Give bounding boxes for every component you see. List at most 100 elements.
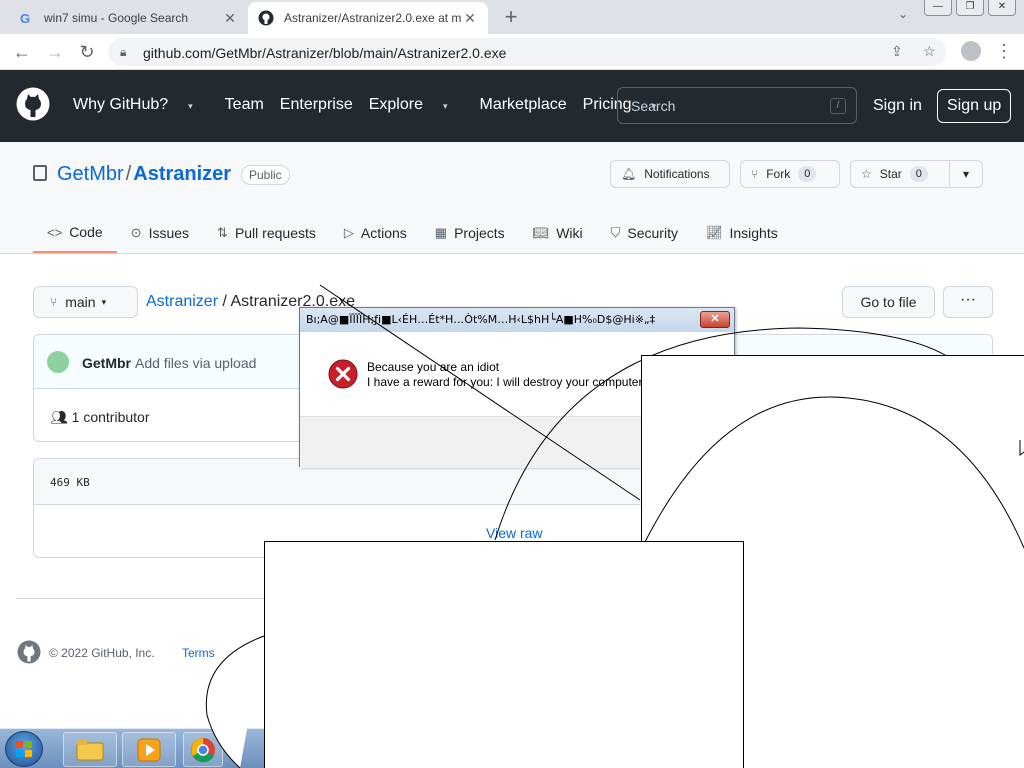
bell-icon: 🔔︎ bbox=[621, 167, 637, 181]
issue-icon: ⊙ bbox=[130, 225, 142, 240]
nav-label: Why GitHub? bbox=[73, 96, 169, 113]
dialog-message-line-2: I have a reward for you: I will destroy … bbox=[367, 375, 643, 389]
avatar[interactable] bbox=[47, 351, 69, 373]
nav-team[interactable]: Team bbox=[225, 96, 264, 114]
tab-pull-requests[interactable]: ⇅ Pull requests bbox=[203, 213, 330, 253]
share-icon[interactable]: ⇪ bbox=[891, 43, 903, 60]
visibility-badge: Public bbox=[241, 165, 290, 185]
github-search-input[interactable]: Search / bbox=[617, 87, 857, 124]
dialog-close-button[interactable]: ✕ bbox=[700, 311, 730, 328]
search-placeholder: Search bbox=[631, 98, 676, 114]
media-player-icon[interactable] bbox=[122, 732, 176, 767]
windows-taskbar bbox=[0, 728, 264, 768]
star-label: Star bbox=[879, 167, 902, 181]
url-text[interactable]: github.com/GetMbr/Astranizer/blob/main/A… bbox=[143, 45, 506, 61]
tab-code[interactable]: <> Code bbox=[33, 213, 117, 253]
fork-count: 0 bbox=[798, 166, 817, 182]
glitch-white-box-lower bbox=[264, 541, 744, 768]
window-controls: — ❐ ✕ bbox=[924, 0, 1016, 16]
window-close-button[interactable]: ✕ bbox=[988, 0, 1016, 16]
chevron-down-icon: ▾ bbox=[962, 167, 970, 181]
chevron-down-icon: ▾ bbox=[188, 101, 193, 111]
star-button[interactable]: ☆ Star 0 bbox=[850, 160, 950, 188]
minimize-button[interactable]: — bbox=[924, 0, 952, 16]
error-icon bbox=[328, 359, 358, 389]
tab-projects[interactable]: ▦ Projects bbox=[421, 213, 519, 253]
tab-label: Projects bbox=[454, 225, 505, 241]
svg-text:G: G bbox=[20, 11, 30, 25]
browser-menu-icon[interactable]: ⋮ bbox=[995, 41, 1013, 62]
fork-button[interactable]: ⑂ Fork 0 bbox=[740, 160, 840, 188]
github-footer-logo-icon[interactable] bbox=[17, 640, 41, 664]
notifications-button[interactable]: 🔔︎ Notifications bbox=[610, 160, 730, 188]
tab-label: Wiki bbox=[556, 225, 583, 241]
bookmark-star-icon[interactable]: ☆ bbox=[923, 43, 936, 60]
github-main-nav: Why GitHub? ▾ Team Enterprise Explore ▾ Ma… bbox=[73, 96, 688, 114]
restore-button[interactable]: ❐ bbox=[956, 0, 984, 16]
tab-actions[interactable]: ▷ Actions bbox=[330, 213, 421, 253]
chrome-taskbar-icon[interactable] bbox=[183, 732, 223, 767]
reload-icon[interactable]: ↻ bbox=[75, 40, 99, 64]
breadcrumb-repo-link[interactable]: Astranizer bbox=[146, 293, 218, 310]
sign-in-link[interactable]: Sign in bbox=[873, 97, 922, 115]
table-icon: ▦ bbox=[434, 225, 448, 240]
browser-tab-github[interactable]: Astranizer/Astranizer2.0.exe at m ✕ bbox=[248, 2, 488, 34]
nav-enterprise[interactable]: Enterprise bbox=[280, 96, 353, 114]
lock-icon[interactable]: 🔒︎ bbox=[120, 45, 126, 60]
new-tab-button[interactable]: + bbox=[500, 4, 522, 30]
footer-terms-link[interactable]: Terms bbox=[182, 646, 215, 660]
search-shortcut-key: / bbox=[830, 98, 846, 114]
fork-icon: ⑂ bbox=[751, 167, 759, 181]
forward-arrow-icon[interactable]: → bbox=[43, 40, 67, 64]
contributors-label: 1 contributor bbox=[71, 409, 150, 425]
dialog-title: Bı;A@■ÏÏÏÏH;ƒi■L‹ÉH…Ét*H…Òt%M…H‹L$hH└A■H… bbox=[306, 313, 656, 326]
nav-marketplace[interactable]: Marketplace bbox=[480, 96, 567, 114]
graph-icon: 📈︎ bbox=[705, 225, 723, 240]
tab-label: Insights bbox=[729, 225, 778, 241]
shield-icon: ⛉ bbox=[610, 225, 621, 240]
repo-icon bbox=[33, 165, 47, 181]
commit-message-link[interactable]: Add files via upload bbox=[135, 355, 256, 371]
notifications-label: Notifications bbox=[644, 167, 710, 181]
tab-wiki[interactable]: 📖︎ Wiki bbox=[519, 213, 597, 253]
dialog-titlebar[interactable]: Bı;A@■ÏÏÏÏH;ƒi■L‹ÉH…Ét*H…Òt%M…H‹L$hH└A■H… bbox=[300, 308, 734, 332]
file-size: 469 KB bbox=[50, 476, 90, 489]
people-icon: 👥︎ bbox=[50, 409, 68, 425]
start-orb-icon[interactable] bbox=[5, 731, 43, 767]
tab-insights[interactable]: 📈︎ Insights bbox=[692, 213, 792, 253]
repo-name-link[interactable]: Astranizer bbox=[133, 163, 231, 185]
github-header: Why GitHub? ▾ Team Enterprise Explore ▾ Ma… bbox=[0, 70, 1024, 142]
profile-avatar-icon[interactable] bbox=[961, 41, 981, 61]
star-icon: ☆ bbox=[861, 167, 872, 181]
nav-explore[interactable]: Explore ▾ bbox=[369, 96, 464, 114]
tab-label: Pull requests bbox=[234, 225, 316, 241]
github-logo-icon[interactable] bbox=[16, 87, 50, 121]
file-explorer-icon[interactable] bbox=[63, 732, 117, 767]
sign-up-button[interactable]: Sign up bbox=[937, 89, 1012, 123]
star-dropdown-button[interactable]: ▾ bbox=[949, 160, 983, 188]
view-raw-link[interactable]: View raw bbox=[486, 525, 543, 541]
repo-owner-link[interactable]: GetMbr bbox=[57, 163, 124, 185]
nav-why-github[interactable]: Why GitHub? ▾ bbox=[73, 96, 209, 114]
close-tab-icon[interactable]: ✕ bbox=[462, 10, 478, 27]
close-tab-icon[interactable]: ✕ bbox=[222, 10, 238, 27]
chevron-down-icon: ▾ bbox=[442, 101, 448, 111]
commit-author-link[interactable]: GetMbr bbox=[82, 355, 131, 371]
more-options-button[interactable]: ··· bbox=[943, 286, 993, 318]
branch-select-button[interactable]: ⑂ main ▾ bbox=[33, 286, 138, 318]
tab-security[interactable]: ⛉ Security bbox=[597, 213, 692, 253]
address-bar[interactable]: 🔒︎ github.com/GetMbr/Astranizer/blob/mai… bbox=[108, 38, 946, 66]
tab-title: Astranizer/Astranizer2.0.exe at m bbox=[284, 11, 462, 25]
browser-toolbar: ← → ↻ 🔒︎ github.com/GetMbr/Astranizer/bl… bbox=[0, 34, 1024, 70]
browser-tab-google[interactable]: G win7 simu - Google Search ✕ bbox=[8, 2, 248, 34]
back-arrow-icon[interactable]: ← bbox=[10, 40, 34, 64]
tab-search-chevron-icon[interactable]: ⌄ bbox=[898, 7, 908, 21]
go-to-file-button[interactable]: Go to file bbox=[842, 286, 935, 318]
contributors-link[interactable]: 👥︎ 1 contributor bbox=[50, 409, 150, 426]
branch-icon: ⑂ bbox=[50, 295, 58, 309]
tab-issues[interactable]: ⊙ Issues bbox=[117, 213, 203, 253]
tab-label: Actions bbox=[360, 225, 407, 241]
tab-label: Issues bbox=[148, 225, 190, 241]
book-icon: 📖︎ bbox=[532, 225, 550, 240]
branch-name: main bbox=[65, 294, 96, 310]
